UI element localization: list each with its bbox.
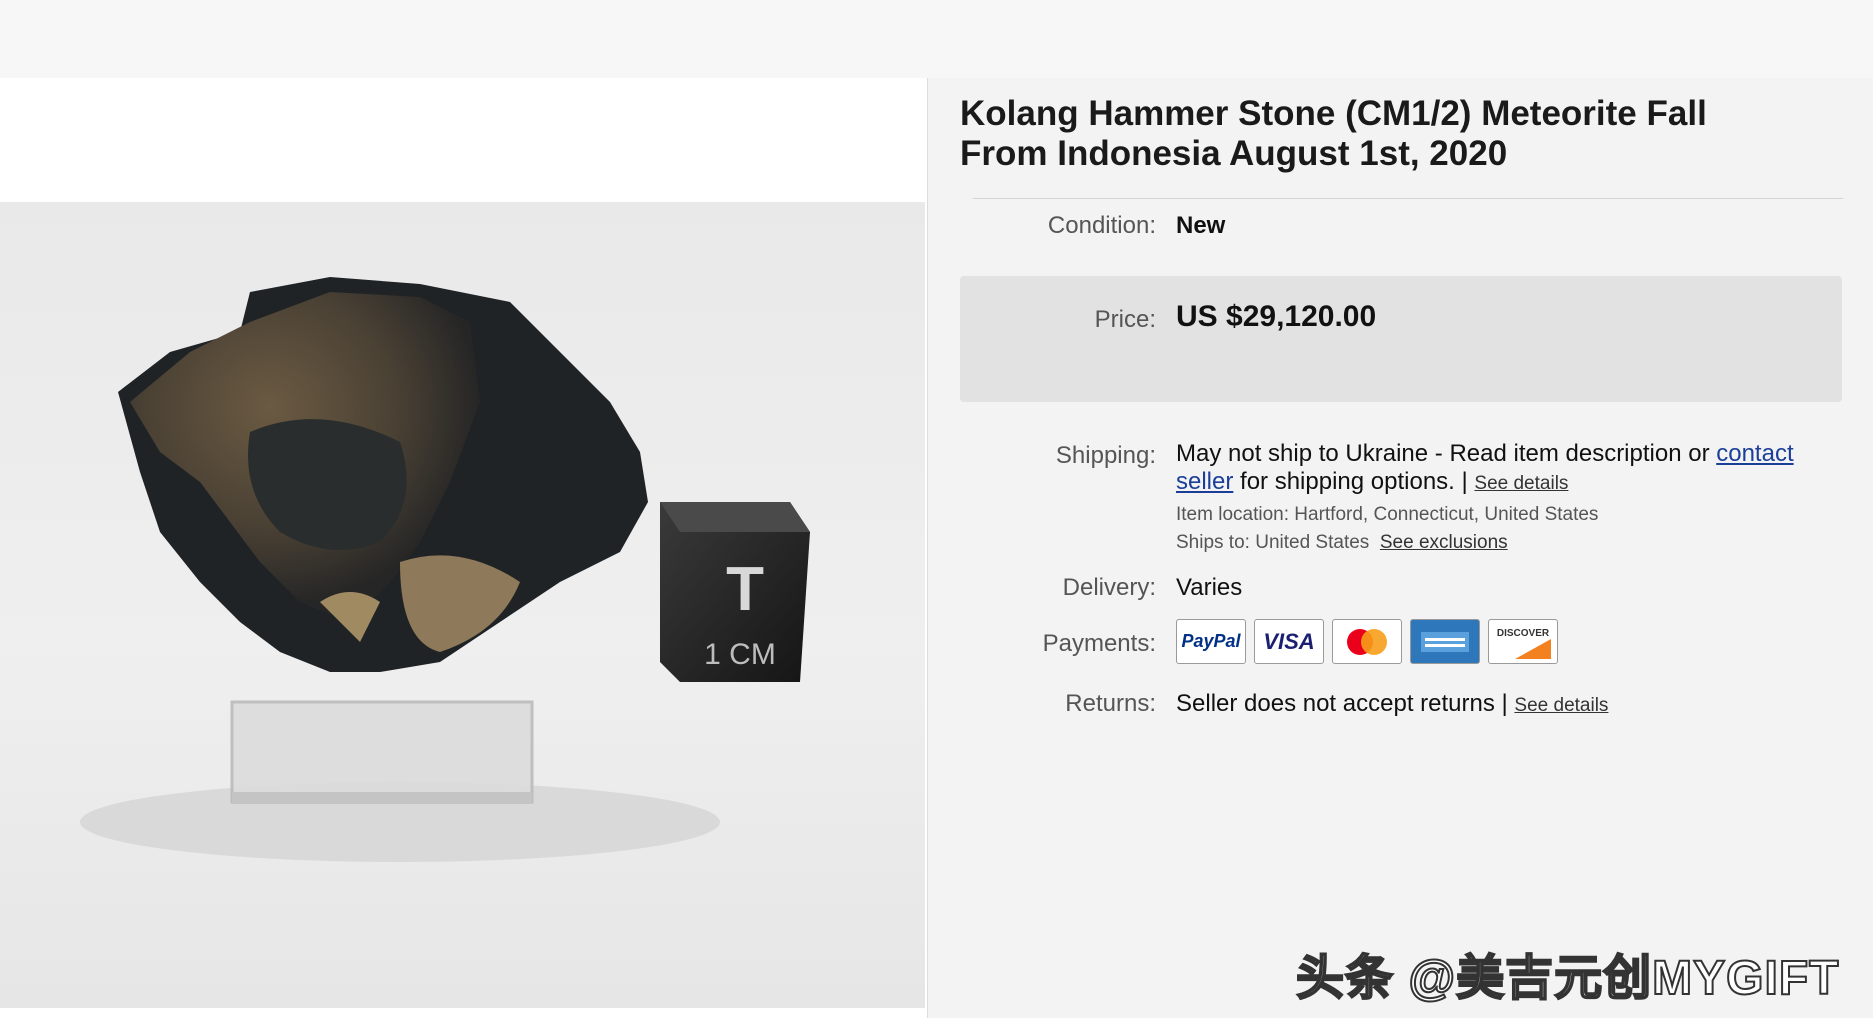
paypal-icon: PayPal <box>1176 619 1246 664</box>
item-location-value: Hartford, Connecticut, United States <box>1294 504 1599 525</box>
scale-cube-letter: T <box>726 555 764 624</box>
payments-label: Payments: <box>1042 630 1156 657</box>
delivery-value: Varies <box>1176 574 1243 601</box>
item-location-label: Item location: <box>1176 504 1289 525</box>
scale-cube-label: 1 CM <box>704 638 776 671</box>
meteorite-photo[interactable]: T 1 CM <box>0 202 925 1008</box>
returns-label: Returns: <box>1065 690 1156 717</box>
listing-details: Kolang Hammer Stone (CM1/2) Meteorite Fa… <box>928 78 1873 1018</box>
shipping-text-after: for shipping options. | <box>1233 468 1475 495</box>
price-box <box>960 276 1842 402</box>
see-exclusions-link[interactable]: See exclusions <box>1380 532 1508 553</box>
returns-policy: Seller does not accept returns | See det… <box>1176 690 1608 718</box>
condition-label: Condition: <box>1047 212 1156 239</box>
condition-value: New <box>1176 212 1226 239</box>
delivery-label: Delivery: <box>1062 574 1156 601</box>
price-label: Price: <box>1094 306 1156 333</box>
price-value: US $29,120.00 <box>1176 300 1377 333</box>
watermark: 头条 @美吉元创MYGIFT <box>1295 951 1840 1006</box>
shipping-label: Shipping: <box>1055 442 1156 469</box>
ships-to: Ships to: United States See exclusions <box>1176 532 1508 554</box>
american-express-icon <box>1410 619 1480 664</box>
title-divider <box>973 198 1843 199</box>
meteorite-illustration: T 1 CM <box>80 277 810 862</box>
shipping-text-before: May not ship to Ukraine - Read item desc… <box>1176 440 1717 467</box>
returns-see-details-link[interactable]: See details <box>1514 695 1608 716</box>
top-band <box>0 0 1873 78</box>
shipping-see-details-link[interactable]: See details <box>1474 473 1568 494</box>
shipping-text: May not ship to Ukraine - Read item desc… <box>1176 440 1816 498</box>
visa-icon: VISA <box>1254 619 1324 664</box>
ships-to-label: Ships to: <box>1176 532 1250 553</box>
item-location: Item location: Hartford, Connecticut, Un… <box>1176 504 1598 526</box>
payment-methods: PayPal VISA DISCOVER <box>1176 619 1558 664</box>
returns-value: Seller does not accept returns | <box>1176 690 1515 717</box>
product-image-panel[interactable]: T 1 CM <box>0 78 928 1018</box>
listing-title: Kolang Hammer Stone (CM1/2) Meteorite Fa… <box>960 94 1707 173</box>
discover-icon: DISCOVER <box>1488 619 1558 664</box>
ships-to-value: United States <box>1255 532 1370 553</box>
mastercard-icon <box>1332 619 1402 664</box>
